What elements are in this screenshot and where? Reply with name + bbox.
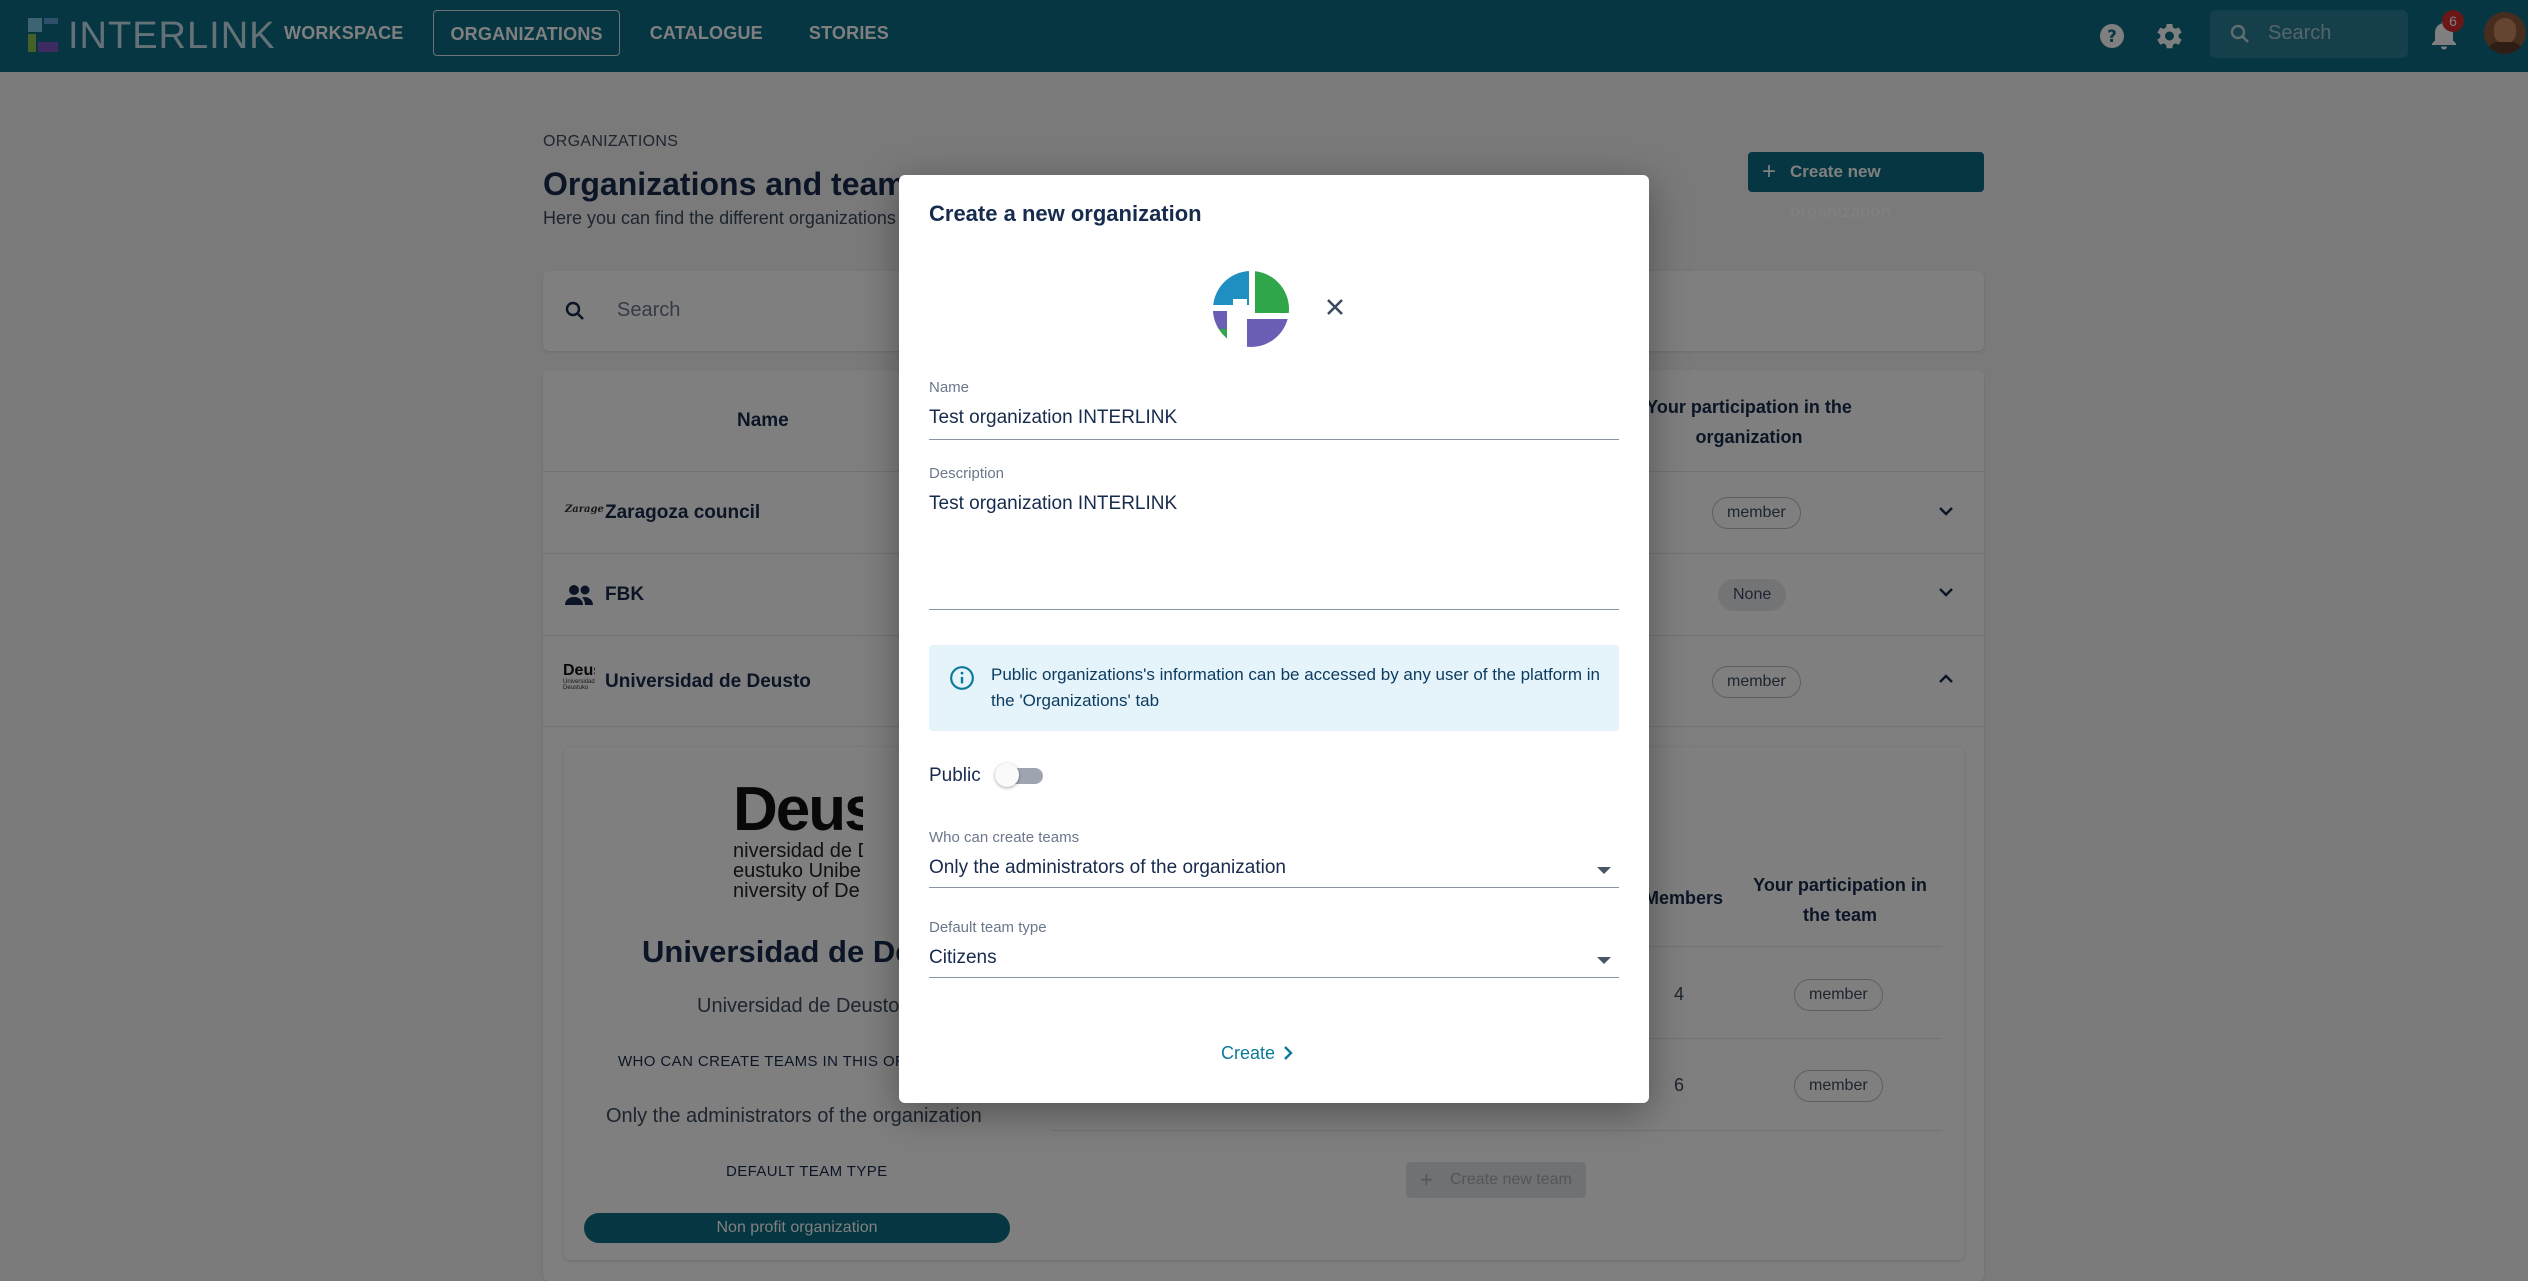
create-organization-dialog: Create a new organization Name Test orga… <box>899 175 1649 1103</box>
who-can-create-teams-underline <box>929 887 1619 888</box>
public-info-alert: Public organizations's information can b… <box>929 645 1619 731</box>
dropdown-caret-icon[interactable] <box>1597 867 1611 874</box>
remove-logo-icon[interactable] <box>1321 293 1349 321</box>
public-label: Public <box>929 765 981 786</box>
description-underline <box>929 609 1619 610</box>
description-input[interactable]: Test organization INTERLINK <box>929 493 1177 515</box>
public-info-text: Public organizations's information can b… <box>991 665 1600 710</box>
description-label: Description <box>929 465 1005 482</box>
dropdown-caret-icon[interactable] <box>1597 957 1611 964</box>
who-can-create-teams-select[interactable]: Only the administrators of the organizat… <box>929 857 1286 879</box>
dialog-title: Create a new organization <box>929 201 1202 226</box>
name-input[interactable]: Test organization INTERLINK <box>929 407 1177 429</box>
create-button-label: Create <box>1221 1043 1276 1063</box>
default-team-type-label: Default team type <box>929 919 1047 936</box>
who-can-create-teams-label: Who can create teams <box>929 829 1080 846</box>
create-button[interactable]: Create <box>1221 1035 1331 1071</box>
name-underline <box>929 439 1619 440</box>
name-label: Name <box>929 379 970 396</box>
public-toggle-thumb <box>995 763 1019 787</box>
default-team-type-underline <box>929 977 1619 978</box>
chevron-right-icon <box>1284 1046 1293 1060</box>
public-toggle[interactable] <box>995 761 1045 789</box>
organization-logo[interactable] <box>1213 271 1289 347</box>
default-team-type-select[interactable]: Citizens <box>929 947 997 969</box>
info-icon <box>950 666 974 690</box>
